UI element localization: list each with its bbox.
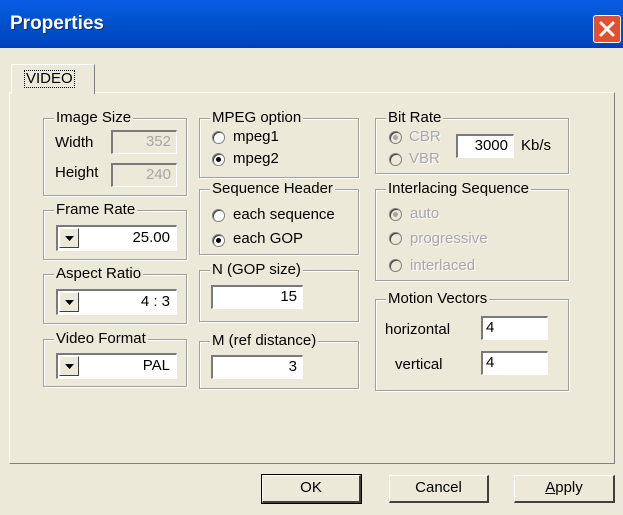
motion-vectors-legend: Motion Vectors (386, 290, 490, 307)
height-field: 240 (111, 163, 177, 187)
width-field: 352 (111, 130, 177, 154)
sequence-header-legend: Sequence Header (210, 180, 335, 197)
window-title: Properties (10, 13, 104, 34)
aspect-ratio-legend: Aspect Ratio (54, 265, 144, 282)
interlaced-radio (389, 259, 402, 272)
cbr-label: CBR (409, 128, 441, 145)
frame-rate-value: 25.00 (132, 229, 170, 246)
mpeg-option-legend: MPEG option (210, 109, 304, 126)
each-gop-label[interactable]: each GOP (233, 230, 303, 247)
mpeg-option-group: MPEG option (199, 109, 359, 178)
apply-button[interactable]: Apply (514, 475, 615, 503)
aspect-ratio-value: 4 : 3 (140, 293, 170, 310)
chevron-down-icon (65, 236, 74, 241)
auto-label: auto (410, 205, 440, 222)
aspect-ratio-dropdown[interactable]: 4 : 3 (56, 289, 177, 315)
frame-rate-legend: Frame Rate (54, 201, 138, 218)
mpeg2-radio[interactable] (212, 153, 225, 166)
each-sequence-label[interactable]: each sequence (233, 206, 335, 223)
horizontal-input[interactable]: 4 (481, 316, 548, 340)
radio-dot (393, 212, 398, 217)
interlaced-label: interlaced (410, 257, 476, 274)
gop-size-input[interactable]: 15 (211, 285, 303, 309)
vertical-label: vertical (395, 356, 443, 373)
video-format-dropdown[interactable]: PAL (56, 353, 177, 379)
dropdown-button[interactable] (59, 356, 79, 376)
bit-rate-input[interactable]: 3000 (456, 134, 514, 158)
width-label: Width (55, 134, 94, 151)
vertical-input[interactable]: 4 (481, 351, 548, 375)
interlacing-sequence-legend: Interlacing Sequence (386, 180, 531, 197)
progressive-label: progressive (410, 230, 488, 247)
cbr-radio (389, 131, 402, 144)
cancel-button[interactable]: Cancel (389, 475, 489, 503)
motion-vectors-group: Motion Vectors (375, 290, 569, 391)
frame-rate-dropdown[interactable]: 25.00 (56, 225, 177, 251)
properties-dialog: Properties VIDEO Image Size Width 352 He… (0, 0, 623, 515)
mpeg1-label[interactable]: mpeg1 (233, 128, 279, 145)
gop-size-legend: N (GOP size) (210, 261, 303, 278)
title-bar[interactable]: Properties (0, 0, 623, 48)
tab-video[interactable]: VIDEO (11, 64, 95, 94)
radio-dot (393, 135, 398, 140)
ref-distance-input[interactable]: 3 (211, 355, 303, 379)
close-button[interactable] (593, 15, 621, 43)
chevron-down-icon (65, 364, 74, 369)
height-label: Height (55, 164, 99, 181)
ref-distance-legend: M (ref distance) (210, 332, 319, 349)
vbr-radio (389, 153, 402, 166)
video-format-legend: Video Format (54, 330, 148, 347)
horizontal-label: horizontal (385, 321, 451, 338)
image-size-legend: Image Size (54, 109, 134, 126)
auto-radio (389, 208, 402, 221)
each-sequence-radio[interactable] (212, 209, 225, 222)
bit-rate-legend: Bit Rate (386, 109, 444, 126)
apply-button-label: Apply (545, 479, 583, 496)
mpeg2-label[interactable]: mpeg2 (233, 150, 279, 167)
dropdown-button[interactable] (59, 228, 79, 248)
radio-dot (216, 238, 221, 243)
close-icon (599, 21, 615, 37)
each-gop-radio[interactable] (212, 234, 225, 247)
radio-dot (216, 157, 221, 162)
bit-rate-unit: Kb/s (521, 137, 552, 154)
mpeg1-radio[interactable] (212, 131, 225, 144)
vbr-label: VBR (409, 150, 440, 167)
tab-video-label: VIDEO (24, 70, 75, 88)
ok-button[interactable]: OK (261, 474, 362, 504)
progressive-radio (389, 232, 402, 245)
dropdown-button[interactable] (59, 292, 79, 312)
video-format-value: PAL (142, 357, 170, 374)
chevron-down-icon (65, 300, 74, 305)
